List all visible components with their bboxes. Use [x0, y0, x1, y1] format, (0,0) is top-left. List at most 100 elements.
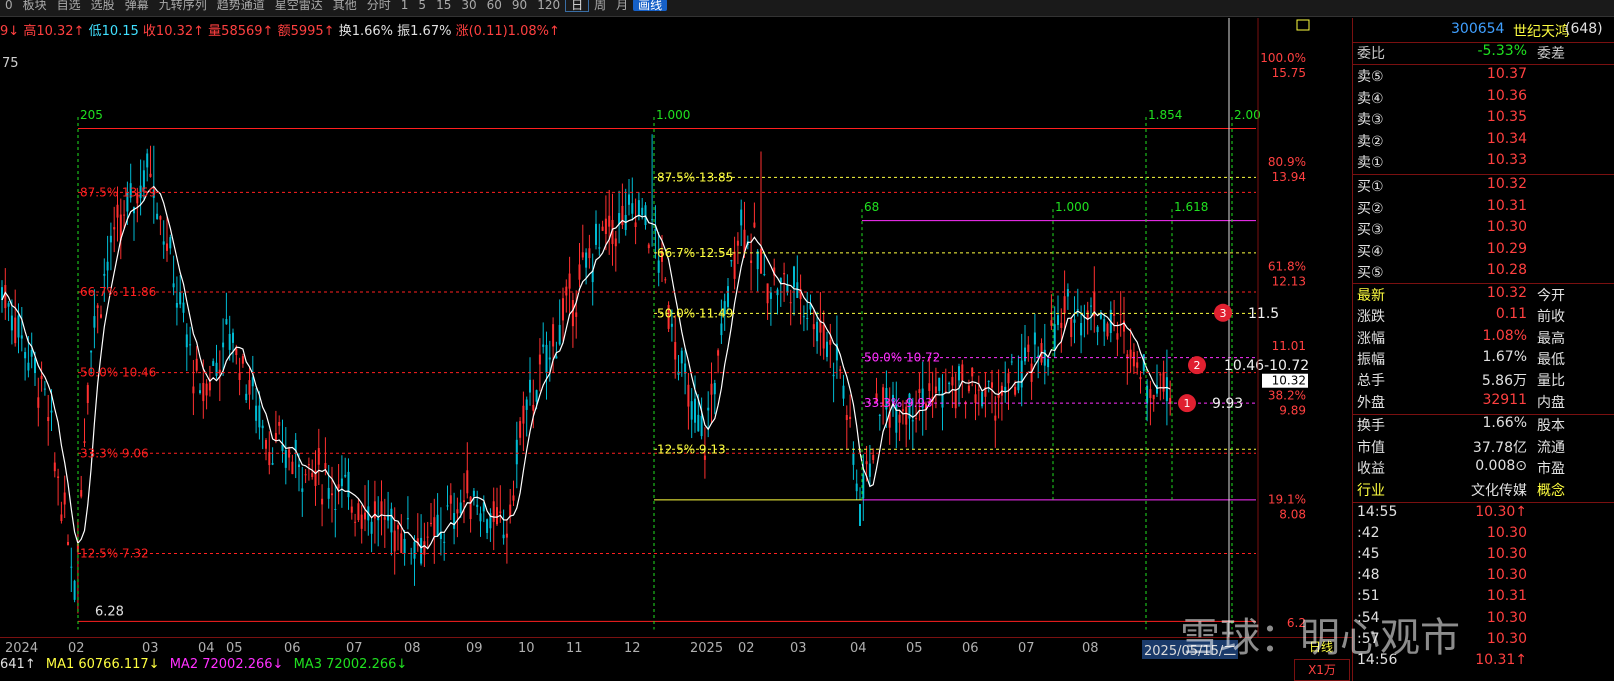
toolbar-item[interactable]: 板块 — [18, 0, 52, 11]
candle-body — [628, 194, 630, 205]
candle-body — [172, 283, 175, 288]
candle-body — [499, 511, 502, 513]
candle-body — [258, 405, 261, 428]
toolbar-item[interactable]: 0 — [0, 0, 18, 11]
kline-chart[interactable]: 87.5% 13.59 66.7% 11.86 50.0% 10.46 33.3% 9… — [0, 18, 1352, 637]
buy-row: 买② 10.31 — [1353, 198, 1614, 219]
candle-body — [212, 361, 215, 367]
candle-body — [321, 498, 324, 505]
candle-body — [278, 422, 281, 426]
candle-body — [651, 219, 654, 221]
candle-body — [502, 534, 505, 539]
fib-time-label: 68 — [864, 200, 879, 214]
candle-body — [443, 541, 446, 543]
x-axis-label: 08 — [1082, 641, 1099, 656]
toolbar-item[interactable]: 自选 — [52, 0, 86, 11]
quote-label: 最新 — [1357, 288, 1385, 304]
quote-label: 涨跌 — [1357, 309, 1385, 326]
candle-body — [449, 495, 452, 504]
toolbar-item[interactable]: 选股 — [86, 0, 120, 11]
candle-body — [1090, 305, 1092, 307]
buy-label: 买① — [1357, 179, 1384, 195]
tick-price: 10.30 — [1486, 546, 1527, 563]
fib-yellow-label: 66.7% 12.54 — [657, 246, 733, 260]
candle-body — [400, 533, 403, 554]
candle-body — [994, 415, 997, 421]
candle-body — [60, 514, 63, 521]
y-axis-price: 11.01 — [1272, 339, 1306, 353]
toolbar-item[interactable]: 其他 — [328, 0, 362, 11]
weicha-label: 委差 — [1537, 46, 1565, 62]
candle-body — [1136, 362, 1139, 368]
toolbar-item[interactable]: 九转序列 — [154, 0, 212, 11]
candle-body — [509, 504, 512, 517]
buy-label: 买② — [1357, 200, 1384, 217]
toolbar-item[interactable]: 画线 — [633, 0, 668, 11]
toolbar-item[interactable]: 5 — [413, 0, 431, 11]
toolbar-item[interactable]: 30 — [456, 0, 481, 11]
sell-row: 卖④ 10.36 — [1353, 88, 1614, 109]
candle-body — [195, 358, 198, 371]
candle-body — [228, 333, 231, 350]
ohlc-volume: 量58569↑ — [208, 24, 274, 39]
info-value: 0.008⊙ — [1475, 458, 1527, 475]
toolbar-item[interactable]: 月 — [611, 0, 633, 11]
candle-body — [436, 514, 439, 537]
candle-body — [80, 490, 83, 497]
toolbar-item[interactable]: 弹幕 — [120, 0, 154, 11]
ma-prefix: 641↑ — [0, 657, 36, 672]
candle-body — [146, 153, 149, 168]
toolbar-item[interactable]: 60 — [482, 0, 507, 11]
candle-body — [331, 493, 333, 496]
candle-body — [492, 501, 495, 522]
candle-body — [116, 204, 119, 218]
candle-body — [93, 316, 96, 328]
candle-body — [753, 222, 756, 228]
toolbar-item[interactable]: 周 — [589, 0, 611, 11]
candle-body — [766, 283, 769, 304]
candle-body — [1066, 289, 1069, 297]
sell-price: 10.36 — [1486, 87, 1527, 104]
candle-body — [466, 470, 469, 494]
toolbar-item[interactable]: 星空雷达 — [270, 0, 328, 11]
quote-value: 0.11 — [1495, 306, 1527, 323]
candle-body — [100, 314, 102, 318]
toolbar-item[interactable]: 90 — [507, 0, 532, 11]
candle-body — [337, 484, 340, 489]
sell-price: 10.34 — [1486, 130, 1527, 147]
candle-body — [1033, 332, 1036, 345]
buy-price: 10.32 — [1486, 176, 1527, 192]
candle-body — [710, 383, 713, 395]
toolbar-item[interactable]: 分时 — [362, 0, 396, 11]
weibi-value: -5.33% — [1477, 43, 1527, 59]
candle-body — [826, 341, 828, 357]
sell-label: 卖② — [1357, 133, 1384, 150]
tick-time: :45 — [1357, 546, 1380, 563]
candle-body — [614, 238, 617, 247]
ohlc-close: 收10.32↑ — [142, 24, 205, 39]
toolbar-item[interactable]: 120 — [532, 0, 565, 11]
ma2-label: MA2 72002.266↓ — [169, 657, 284, 672]
toolbar-item[interactable]: 趋势通道 — [212, 0, 270, 11]
candle-body — [317, 448, 320, 465]
candle-body — [967, 385, 970, 392]
candle-body — [822, 324, 825, 349]
candle-body — [17, 315, 20, 338]
info-value: 37.78亿 — [1472, 439, 1527, 456]
x-axis-label: 03 — [142, 641, 159, 656]
toolbar-item[interactable]: 1 — [396, 0, 414, 11]
candle-body — [245, 393, 248, 401]
buy-label: 买④ — [1357, 243, 1384, 260]
quote-row: 振幅 1.67% 最低 — [1353, 349, 1614, 370]
quote-value: 1.08% — [1482, 327, 1527, 344]
toolbar-item[interactable]: 15 — [431, 0, 456, 11]
candle-body — [1024, 347, 1026, 362]
candle-body — [30, 349, 33, 357]
candle-body — [674, 342, 677, 360]
candle-body — [713, 383, 716, 395]
candle-body — [585, 252, 588, 268]
sell-label: 卖③ — [1357, 112, 1384, 129]
candle-body — [852, 453, 855, 465]
toolbar-item[interactable]: 日 — [565, 0, 590, 12]
candle-body — [232, 332, 234, 343]
